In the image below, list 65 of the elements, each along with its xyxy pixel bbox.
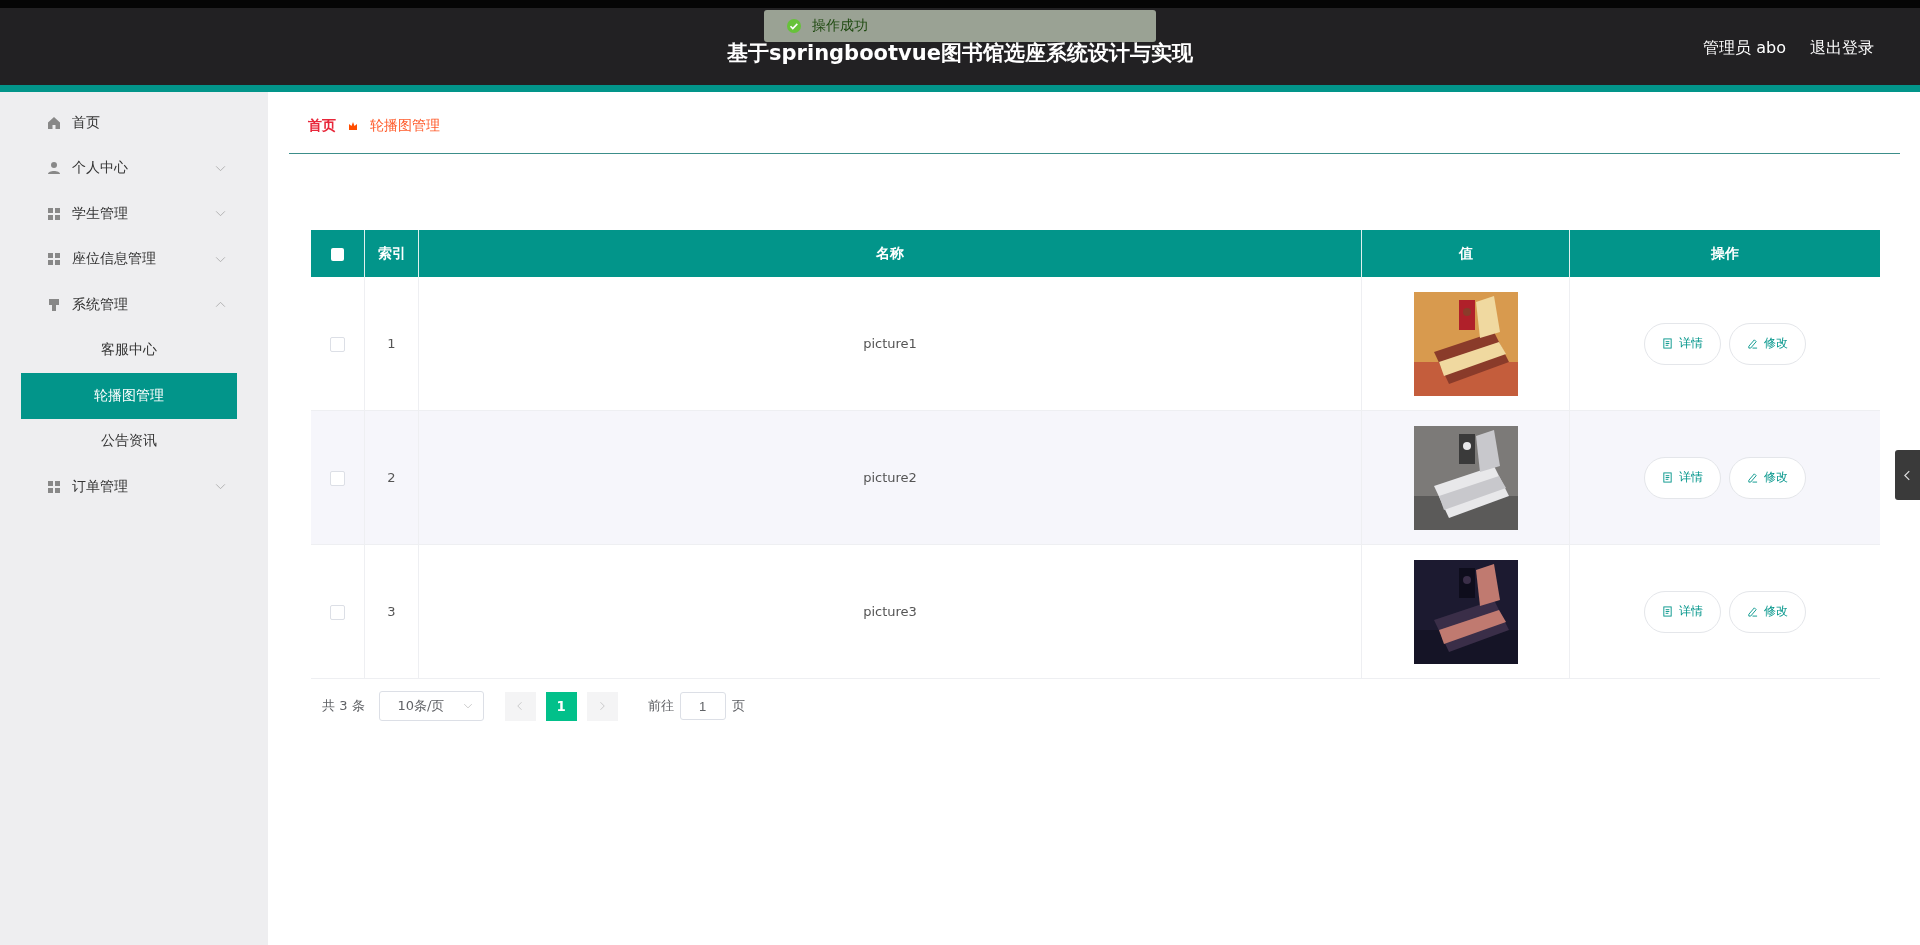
chevron-icon [215,255,226,263]
details-button[interactable]: 详情 [1644,456,1721,499]
page-size-select[interactable]: 10条/页 [378,691,484,721]
app-title: 基于springbootvue图书馆选座系统设计与实现 [727,39,1193,67]
logout-link[interactable]: 退出登录 [1810,38,1874,59]
table-cell: picture2 [418,410,1362,545]
total-count: 共 3 条 [322,697,365,715]
document-icon [1662,606,1673,617]
row-checkbox[interactable] [330,470,345,486]
chevron-left-icon [517,701,524,711]
menu-item[interactable]: 首页 [0,100,268,146]
column-header: 操作 [1569,230,1880,277]
edit-button[interactable]: 修改 [1729,456,1806,499]
table-cell: 1 [364,277,419,411]
menu-item[interactable]: 个人中心 [0,145,268,191]
menu-item[interactable]: 订单管理 [0,464,268,510]
next-page-button[interactable] [586,691,618,721]
table-cell: 2 [364,410,419,545]
details-button[interactable]: 详情 [1644,590,1721,633]
breadcrumb-link[interactable]: 首页 [308,117,336,135]
menu-item[interactable]: 座位信息管理 [0,236,268,282]
table-cell: picture1 [418,277,1362,411]
chevron-icon [215,210,226,218]
document-icon [1662,338,1673,349]
crown-icon [348,121,358,131]
submenu-item[interactable]: 轮播图管理 [21,373,237,419]
column-header: 名称 [418,230,1362,277]
pencil-icon [1747,606,1758,617]
user-icon [47,161,61,176]
pencil-icon [1747,472,1758,483]
menu-item[interactable]: 学生管理 [0,191,268,237]
grid-icon [47,479,61,494]
select-all-checkbox[interactable] [331,248,344,261]
breadcrumb-link[interactable]: 轮播图管理 [370,117,440,135]
column-header: 索引 [364,230,419,277]
row-checkbox[interactable] [330,336,345,352]
chevron-icon [215,164,226,172]
chevron-right-icon [599,701,606,711]
chevron-down-icon [462,703,473,709]
submenu-item[interactable]: 客服中心 [21,327,237,373]
edit-button[interactable]: 修改 [1729,322,1806,365]
edit-button[interactable]: 修改 [1729,590,1806,633]
signpost-icon [47,297,61,312]
row-checkbox[interactable] [330,604,345,620]
collapse-tab[interactable] [1895,450,1920,500]
details-button[interactable]: 详情 [1644,322,1721,365]
home-icon [47,115,61,130]
submenu-item[interactable]: 公告资讯 [21,418,237,464]
grid-icon [47,206,61,221]
menu-item[interactable]: 系统管理 [0,282,268,328]
previous-page-button[interactable] [504,691,536,721]
column-header: 值 [1361,230,1570,277]
document-icon [1662,472,1673,483]
pencil-icon [1747,338,1758,349]
user-label: 管理员 abo [1703,38,1786,59]
page-input[interactable]: 1 [679,692,726,720]
chevron-left-icon [1904,469,1911,481]
check-icon [786,18,802,34]
toast-message: 操作成功 [764,10,1156,42]
page-suffix: 页 [731,697,745,715]
goto-label: 前往 [647,697,674,715]
grid-icon [47,252,61,267]
table-cell: 3 [364,544,419,679]
chevron-icon [215,483,226,491]
table-cell: picture3 [418,544,1362,679]
